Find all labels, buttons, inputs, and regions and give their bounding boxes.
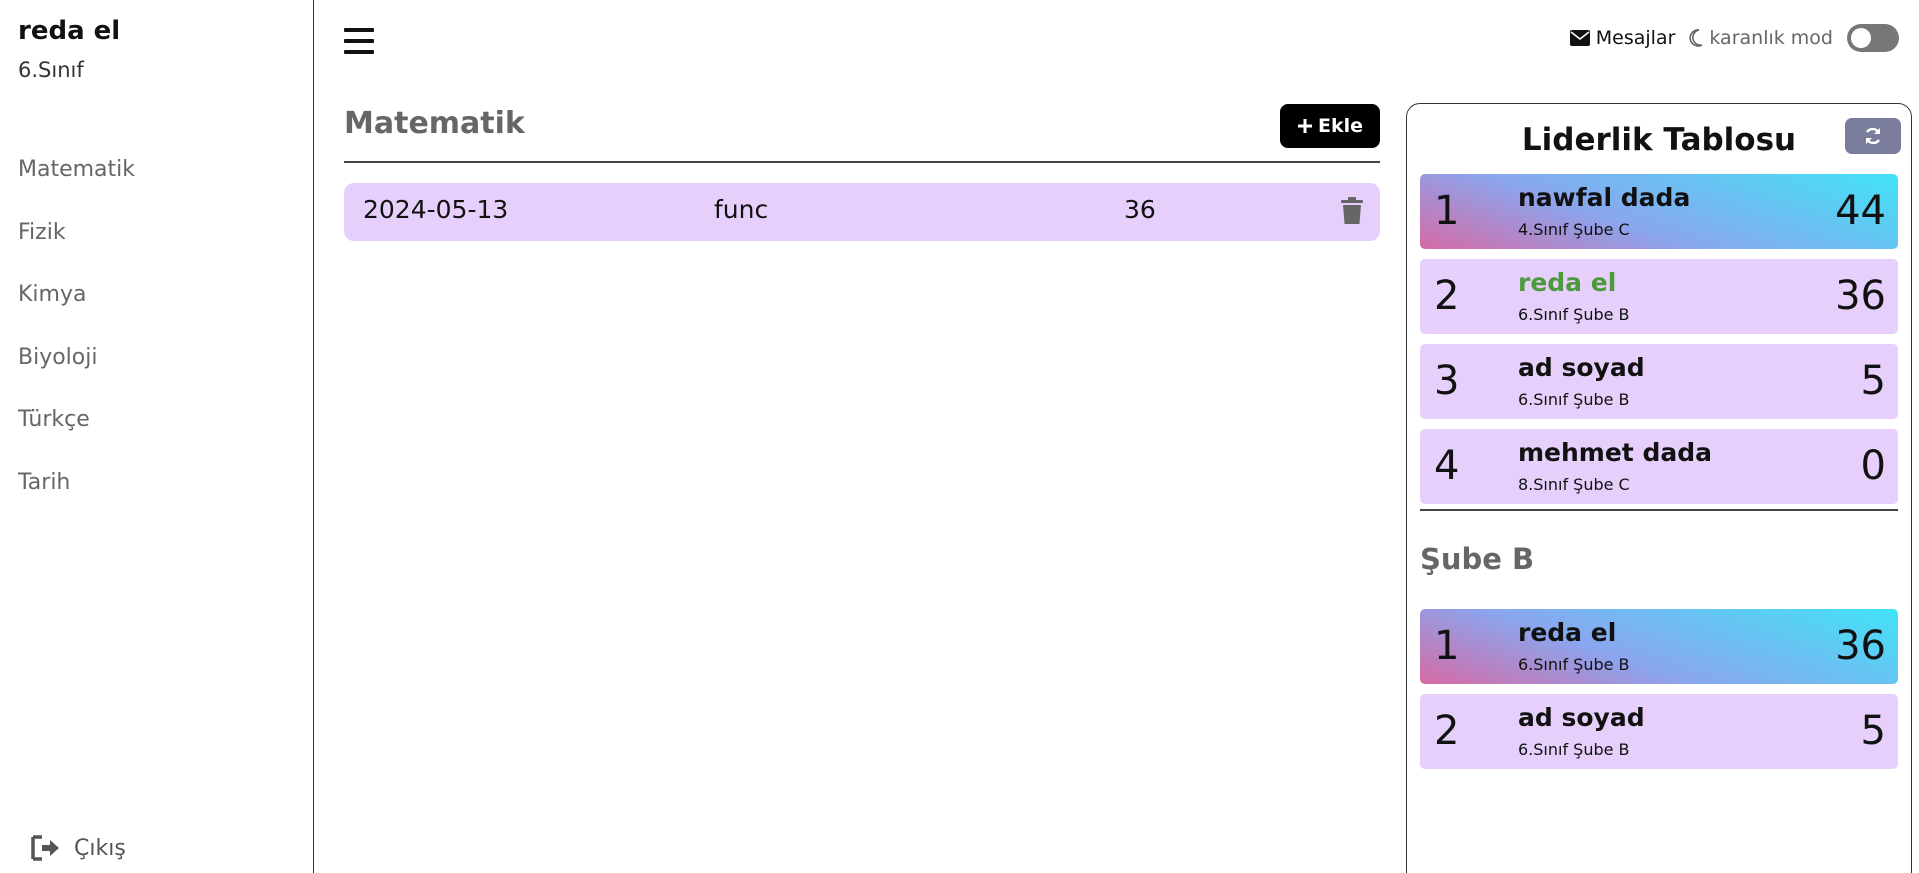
student-name: ad soyad [1518,353,1645,382]
add-button[interactable]: Ekle [1280,104,1380,148]
subject-nav: Matematik Fizik Kimya Biyoloji Türkçe Ta… [18,155,135,530]
dark-mode-control: karanlık mod [1689,24,1899,52]
messages-link[interactable]: Mesajlar [1569,27,1676,49]
student-score: 0 [1860,443,1886,489]
student-name: mehmet dada [1518,438,1712,467]
moon-icon [1689,29,1703,47]
record-score: 36 [1124,195,1156,224]
student-class: 6.Sınıf Şube B [1518,390,1630,409]
sidebar-item-matematik[interactable]: Matematik [18,155,135,218]
sign-out-icon [31,835,59,861]
rank: 2 [1434,273,1460,319]
student-name: ad soyad [1518,703,1645,732]
leaderboard-row: 4 mehmet dada 8.Sınıf Şube C 0 [1420,429,1898,504]
app-root: reda el 6.Sınıf Matematik Fizik Kimya Bi… [0,0,1919,873]
rank: 2 [1434,708,1460,754]
rank: 4 [1434,443,1460,489]
branch-row: 2 ad soyad 6.Sınıf Şube B 5 [1420,694,1898,769]
student-score: 5 [1860,358,1886,404]
record-date: 2024-05-13 [363,195,509,224]
divider [344,161,1380,163]
student-score: 44 [1835,188,1886,234]
sidebar-item-fizik[interactable]: Fizik [18,218,135,281]
messages-label: Mesajlar [1595,27,1676,49]
envelope-icon [1569,30,1590,46]
student-class: 4.Sınıf Şube C [1518,220,1630,239]
user-name: reda el [18,16,121,46]
leaderboard-panel: Liderlik Tablosu 1 nawfal dada 4.Sınıf Ş… [1406,103,1912,873]
sidebar-item-biyoloji[interactable]: Biyoloji [18,343,135,406]
refresh-button[interactable] [1845,118,1901,154]
user-class: 6.Sınıf [18,58,84,82]
student-score: 5 [1860,708,1886,754]
add-label: Ekle [1317,115,1363,137]
sidebar-item-kimya[interactable]: Kimya [18,280,135,343]
subject-title: Matematik [344,106,525,141]
student-score: 36 [1835,273,1886,319]
dark-mode-toggle[interactable] [1847,24,1899,52]
rank: 1 [1434,623,1460,669]
rank: 3 [1434,358,1460,404]
top-actions: Mesajlar karanlık mod [1569,24,1899,52]
leaderboard-row: 2 reda el 6.Sınıf Şube B 36 [1420,259,1898,334]
sidebar: reda el 6.Sınıf Matematik Fizik Kimya Bi… [0,0,314,873]
leaderboard-row: 1 nawfal dada 4.Sınıf Şube C 44 [1420,174,1898,249]
logout-label: Çıkış [74,835,126,861]
student-class: 6.Sınıf Şube B [1518,740,1630,759]
student-score: 36 [1835,623,1886,669]
sidebar-item-tarih[interactable]: Tarih [18,468,135,531]
logout-button[interactable]: Çıkış [30,834,126,862]
student-name: reda el [1518,268,1617,297]
record-topic: func [714,195,769,224]
leaderboard-row: 3 ad soyad 6.Sınıf Şube B 5 [1420,344,1898,419]
record-row: 2024-05-13 func 36 [344,183,1380,241]
plus-icon [1297,119,1312,133]
student-class: 8.Sınıf Şube C [1518,475,1630,494]
branch-title: Şube B [1420,542,1535,576]
trash-icon[interactable] [1340,197,1364,225]
sidebar-item-turkce[interactable]: Türkçe [18,405,135,468]
student-name: reda el [1518,618,1617,647]
branch-row: 1 reda el 6.Sınıf Şube B 36 [1420,609,1898,684]
student-name: nawfal dada [1518,183,1691,212]
rank: 1 [1434,188,1460,234]
menu-toggle-button[interactable] [344,28,374,54]
hamburger-line [344,28,374,32]
hamburger-line [344,50,374,54]
leaderboard-title: Liderlik Tablosu [1521,122,1797,158]
student-class: 6.Sınıf Şube B [1518,655,1630,674]
divider [1420,509,1898,511]
student-class: 6.Sınıf Şube B [1518,305,1630,324]
hamburger-line [344,39,374,43]
dark-mode-label: karanlık mod [1709,27,1833,49]
refresh-icon [1865,127,1881,145]
